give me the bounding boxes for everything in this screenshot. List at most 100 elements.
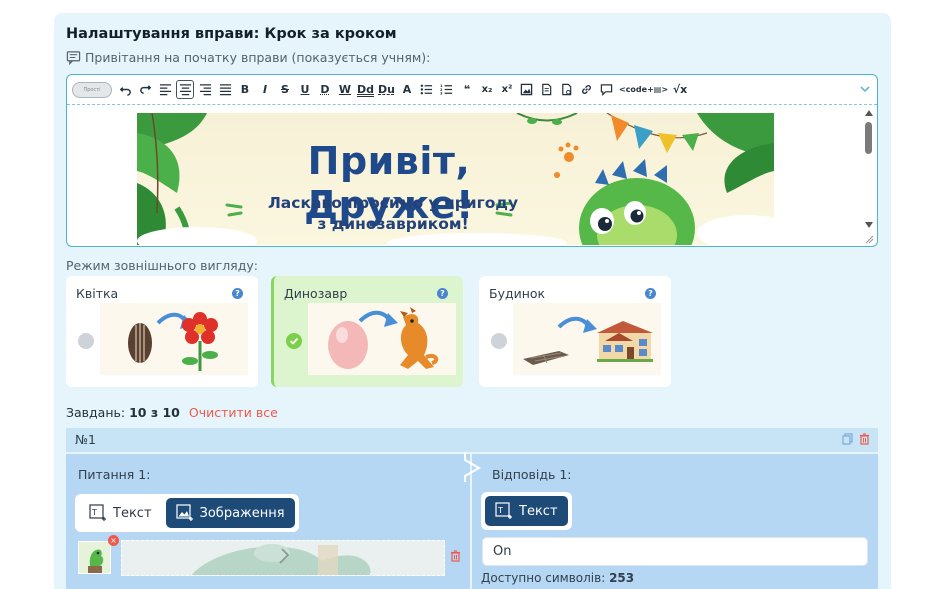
text-type-icon: T (89, 504, 106, 521)
redo-button[interactable] (136, 80, 154, 99)
mode-card-house[interactable]: Будинок ? (479, 276, 671, 387)
question-image-thumbnail[interactable] (78, 541, 111, 574)
undo-icon (119, 87, 131, 96)
align-justify-button[interactable] (216, 80, 234, 99)
question-type-switch: T Текст Зображення (75, 494, 299, 532)
insert-comment-button[interactable] (598, 80, 616, 99)
scroll-up-icon[interactable] (865, 110, 873, 116)
task-number: №1 (75, 432, 96, 447)
clear-all-link[interactable]: Очистити все (189, 405, 278, 420)
resize-handle-icon[interactable] (864, 234, 874, 244)
scroll-thumb[interactable] (865, 122, 872, 154)
mode-name-dinosaur: Динозавр (284, 286, 348, 301)
strikethrough-button[interactable]: S (276, 80, 294, 99)
banner-subtitle: Ласкаво просимо у пригоду з динозавриком… (233, 193, 553, 235)
question-type-image-label: Зображення (199, 505, 285, 521)
greeting-label-text: Привітання на початку вправи (показуєтьс… (85, 50, 431, 65)
numbered-list-button[interactable]: 123 (438, 80, 456, 99)
answer-type-switch: T Текст (481, 492, 572, 530)
document-icon (542, 83, 552, 96)
answer-type-text-button[interactable]: T Текст (485, 496, 568, 526)
question-label: Питання 1: (78, 467, 151, 482)
tasks-label: Завдань: 10 з 10 (66, 405, 180, 420)
clear-format-button[interactable]: A (398, 80, 416, 99)
bold-button[interactable]: B (236, 80, 254, 99)
insert-code-button[interactable]: <code+▤> (618, 80, 669, 99)
delete-image-trash-icon[interactable] (450, 550, 461, 562)
mode-radio-house[interactable] (491, 333, 507, 349)
simple-mode-toggle[interactable]: Прості (72, 81, 112, 98)
image-type-icon (175, 504, 193, 521)
remove-image-icon[interactable]: × (108, 535, 119, 546)
subscript-button[interactable]: x₂ (478, 80, 496, 99)
insert-file-button[interactable] (558, 80, 576, 99)
chevron-down-icon[interactable] (859, 83, 871, 95)
mode-radio-flower[interactable] (78, 333, 94, 349)
align-right-button[interactable] (196, 80, 214, 99)
italic-button[interactable]: I (256, 80, 274, 99)
greeting-editor[interactable]: Прості B I S U D W Dd Du A 123 ❝ x₂ x² <… (66, 74, 878, 247)
task-header: №1 (66, 428, 878, 452)
wavy-underline-button[interactable]: W (336, 80, 354, 99)
mode-name-flower: Квітка (76, 286, 119, 301)
insert-formula-button[interactable]: √x (671, 80, 689, 99)
align-left-button[interactable] (156, 80, 174, 99)
banner-subtitle-line2: з динозавриком! (317, 215, 469, 233)
image-drop-zone[interactable] (121, 540, 445, 576)
underline-button[interactable]: U (296, 80, 314, 99)
text-type-icon: T (495, 502, 512, 519)
greeting-label: Привітання на початку вправи (показуєтьс… (66, 50, 430, 65)
file-icon (562, 83, 572, 96)
insert-image-button[interactable] (518, 80, 536, 99)
chars-available-label: Доступно символів: (481, 571, 606, 585)
flower-mode-illustration (100, 303, 248, 375)
svg-text:T: T (497, 506, 503, 515)
mode-card-flower[interactable]: Квітка ? (66, 276, 258, 387)
superscript-button[interactable]: x² (498, 80, 516, 99)
chars-available: Доступно символів: 253 (481, 571, 634, 585)
align-center-button[interactable] (176, 80, 194, 99)
editor-scrollbar[interactable] (865, 110, 873, 228)
double-underline-button[interactable]: Dd (356, 80, 375, 99)
mode-radio-dinosaur[interactable] (286, 333, 302, 349)
bullet-list-button[interactable] (418, 80, 436, 99)
mode-name-house: Будинок (489, 286, 546, 301)
align-left-icon (159, 84, 171, 96)
question-type-image-button[interactable]: Зображення (165, 498, 295, 528)
insert-document-button[interactable] (538, 80, 556, 99)
dotted-underline-button[interactable]: D (316, 80, 334, 99)
column-divider (464, 452, 482, 482)
task-actions (842, 433, 870, 445)
editor-content[interactable]: Привіт, Друже! Ласкаво просимо у пригоду… (67, 106, 877, 246)
scroll-down-icon[interactable] (865, 222, 873, 228)
bullet-list-icon (421, 84, 433, 95)
question-type-text-button[interactable]: T Текст (79, 498, 162, 528)
answer-input[interactable]: On (482, 537, 868, 566)
image-icon (521, 83, 533, 96)
dashed-underline-button[interactable]: Du (377, 80, 396, 99)
copy-icon[interactable] (842, 433, 853, 445)
mode-card-dinosaur[interactable]: Динозавр ? (271, 276, 463, 387)
answer-type-text-label: Текст (519, 503, 558, 519)
undo-button[interactable] (116, 80, 134, 99)
align-right-icon (199, 84, 211, 96)
tasks-count: 10 з 10 (129, 405, 180, 420)
align-justify-icon (219, 84, 231, 96)
page-title: Налаштування вправи: Крок за кроком (66, 26, 397, 42)
chars-available-value: 253 (609, 571, 635, 585)
help-icon[interactable]: ? (645, 288, 656, 299)
trash-icon[interactable] (859, 433, 870, 445)
quote-button[interactable]: ❝ (458, 80, 476, 99)
help-icon[interactable]: ? (437, 288, 448, 299)
greeting-banner-image: Привіт, Друже! Ласкаво просимо у пригоду… (137, 113, 774, 245)
house-mode-illustration (513, 303, 661, 375)
redo-icon (139, 85, 151, 94)
help-icon[interactable]: ? (232, 288, 243, 299)
appearance-mode-label: Режим зовнішнього вигляду: (66, 258, 258, 273)
faded-dinosaur-preview (122, 541, 444, 575)
insert-link-button[interactable] (578, 80, 596, 99)
editor-toolbar: Прості B I S U D W Dd Du A 123 ❝ x₂ x² <… (67, 75, 877, 105)
svg-text:3: 3 (440, 92, 443, 96)
dinosaur-thumbnail-image (79, 542, 110, 573)
dinosaur-mode-illustration (308, 303, 456, 375)
